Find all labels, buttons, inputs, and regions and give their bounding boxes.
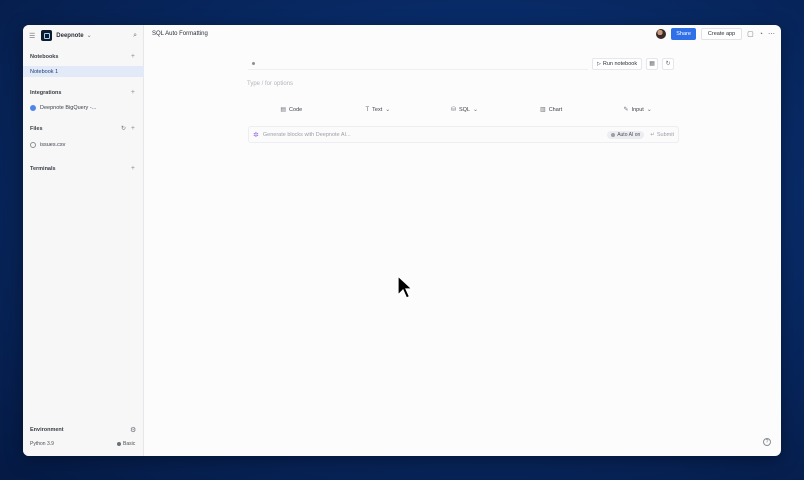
file-icon — [30, 141, 36, 148]
integrations-title: Integrations — [30, 90, 62, 96]
add-block-code[interactable]: ▤ Code — [248, 103, 335, 116]
avatar[interactable] — [656, 29, 667, 39]
refresh-icon[interactable]: ↻ — [121, 125, 126, 132]
add-block-input[interactable]: ✎ Input ⌄ — [594, 103, 681, 116]
share-button[interactable]: Share — [671, 28, 696, 40]
integration-label: Deepnote BigQuery -... — [40, 104, 97, 111]
ai-prompt-bar[interactable]: ✲ Generate blocks with Deepnote AI... Au… — [248, 126, 679, 143]
create-app-button[interactable]: Create app — [700, 28, 743, 40]
sidebar: ☰ Deepnote ⌄ ⌕ Notebooks + Notebook 1 In… — [23, 25, 144, 456]
block-label: Code — [289, 106, 303, 113]
input-icon: ✎ — [623, 107, 629, 113]
block-label: Input — [631, 106, 644, 113]
sidebar-item-notebook-1[interactable]: Notebook 1 — [23, 66, 144, 77]
comment-icon[interactable]: ▢ — [747, 30, 754, 38]
ai-prompt-input[interactable]: Generate blocks with Deepnote AI... — [263, 132, 607, 138]
terminals-title: Terminals — [30, 166, 56, 172]
add-block-text[interactable]: T Text ⌄ — [335, 103, 422, 116]
toggle-dot-icon — [611, 132, 616, 137]
gear-icon[interactable]: ⚙ — [130, 426, 136, 434]
sidebar-item-bigquery[interactable]: Deepnote BigQuery -... — [23, 102, 144, 113]
environment-title: Environment — [30, 427, 64, 433]
history-icon[interactable]: ◔ — [759, 31, 763, 38]
chevron-down-icon[interactable]: ⌄ — [473, 106, 478, 113]
search-icon[interactable]: ⌕ — [133, 32, 137, 40]
status-dot-icon — [252, 61, 255, 65]
sql-icon: ⛁ — [450, 107, 456, 113]
sidebar-header: ☰ Deepnote ⌄ ⌕ — [23, 25, 144, 46]
sparkle-icon: ✲ — [253, 131, 259, 139]
machine-badge[interactable]: Basic — [117, 441, 135, 447]
python-version[interactable]: Python 3.9 — [30, 441, 54, 447]
chart-icon: ▥ — [540, 107, 546, 113]
workspace-name[interactable]: Deepnote — [56, 33, 83, 39]
run-notebook-label: Run notebook — [602, 60, 638, 67]
block-placeholder[interactable]: Type / for options — [247, 81, 293, 87]
run-notebook-button[interactable]: ▷ Run notebook — [592, 57, 643, 70]
top-actions: Share Create app ▢ ◔ ⋯ — [656, 28, 775, 40]
bigquery-icon — [30, 104, 36, 111]
chevron-down-icon[interactable]: ⌄ — [385, 106, 390, 113]
submit-icon: ↵ — [650, 131, 655, 138]
file-label: issues.csv — [40, 141, 66, 148]
notebooks-title: Notebooks — [30, 54, 59, 60]
block-label: SQL — [458, 106, 470, 113]
block-label: Chart — [548, 106, 563, 113]
machine-label: Basic — [123, 441, 136, 447]
help-icon[interactable]: ? — [763, 438, 771, 446]
add-block-row: ▤ Code T Text ⌄ ⛁ SQL ⌄ ▥ Chart ✎ Input ⌄ — [248, 103, 681, 116]
status-dot-icon — [117, 442, 121, 446]
refresh-icon[interactable]: ↻ — [662, 57, 675, 70]
more-icon[interactable]: ⋯ — [768, 30, 775, 38]
text-icon: T — [365, 106, 370, 113]
chevron-down-icon[interactable]: ⌄ — [87, 32, 92, 39]
page-title[interactable]: SQL Auto Formatting — [152, 31, 208, 37]
submit-label: Submit — [656, 131, 674, 138]
notebook-title-input[interactable] — [248, 58, 588, 70]
files-title: Files — [30, 126, 43, 132]
add-notebook-icon[interactable]: + — [131, 53, 135, 60]
add-integration-icon[interactable]: + — [131, 89, 135, 96]
mouse-cursor-icon — [397, 275, 413, 299]
add-block-chart[interactable]: ▥ Chart — [508, 103, 595, 116]
menu-icon[interactable]: ☰ — [29, 32, 35, 40]
play-icon: ▷ — [597, 60, 601, 67]
submit-button[interactable]: ↵ Submit — [650, 132, 674, 138]
code-icon: ▤ — [280, 107, 287, 113]
add-file-icon[interactable]: + — [131, 125, 135, 132]
add-terminal-icon[interactable]: + — [131, 165, 135, 172]
notebook-toolbar: ▷ Run notebook ▦ ↻ — [248, 57, 681, 70]
calendar-icon[interactable]: ▦ — [646, 57, 659, 70]
add-block-sql[interactable]: ⛁ SQL ⌄ — [421, 103, 508, 116]
chevron-down-icon[interactable]: ⌄ — [647, 106, 652, 113]
workspace-logo — [41, 30, 53, 41]
auto-ai-toggle[interactable]: Auto AI on — [607, 130, 645, 139]
auto-ai-label: Auto AI on — [617, 131, 641, 138]
app-window: ☰ Deepnote ⌄ ⌕ Notebooks + Notebook 1 In… — [23, 25, 781, 456]
sidebar-item-file[interactable]: issues.csv — [23, 139, 144, 150]
block-label: Text — [372, 106, 383, 113]
